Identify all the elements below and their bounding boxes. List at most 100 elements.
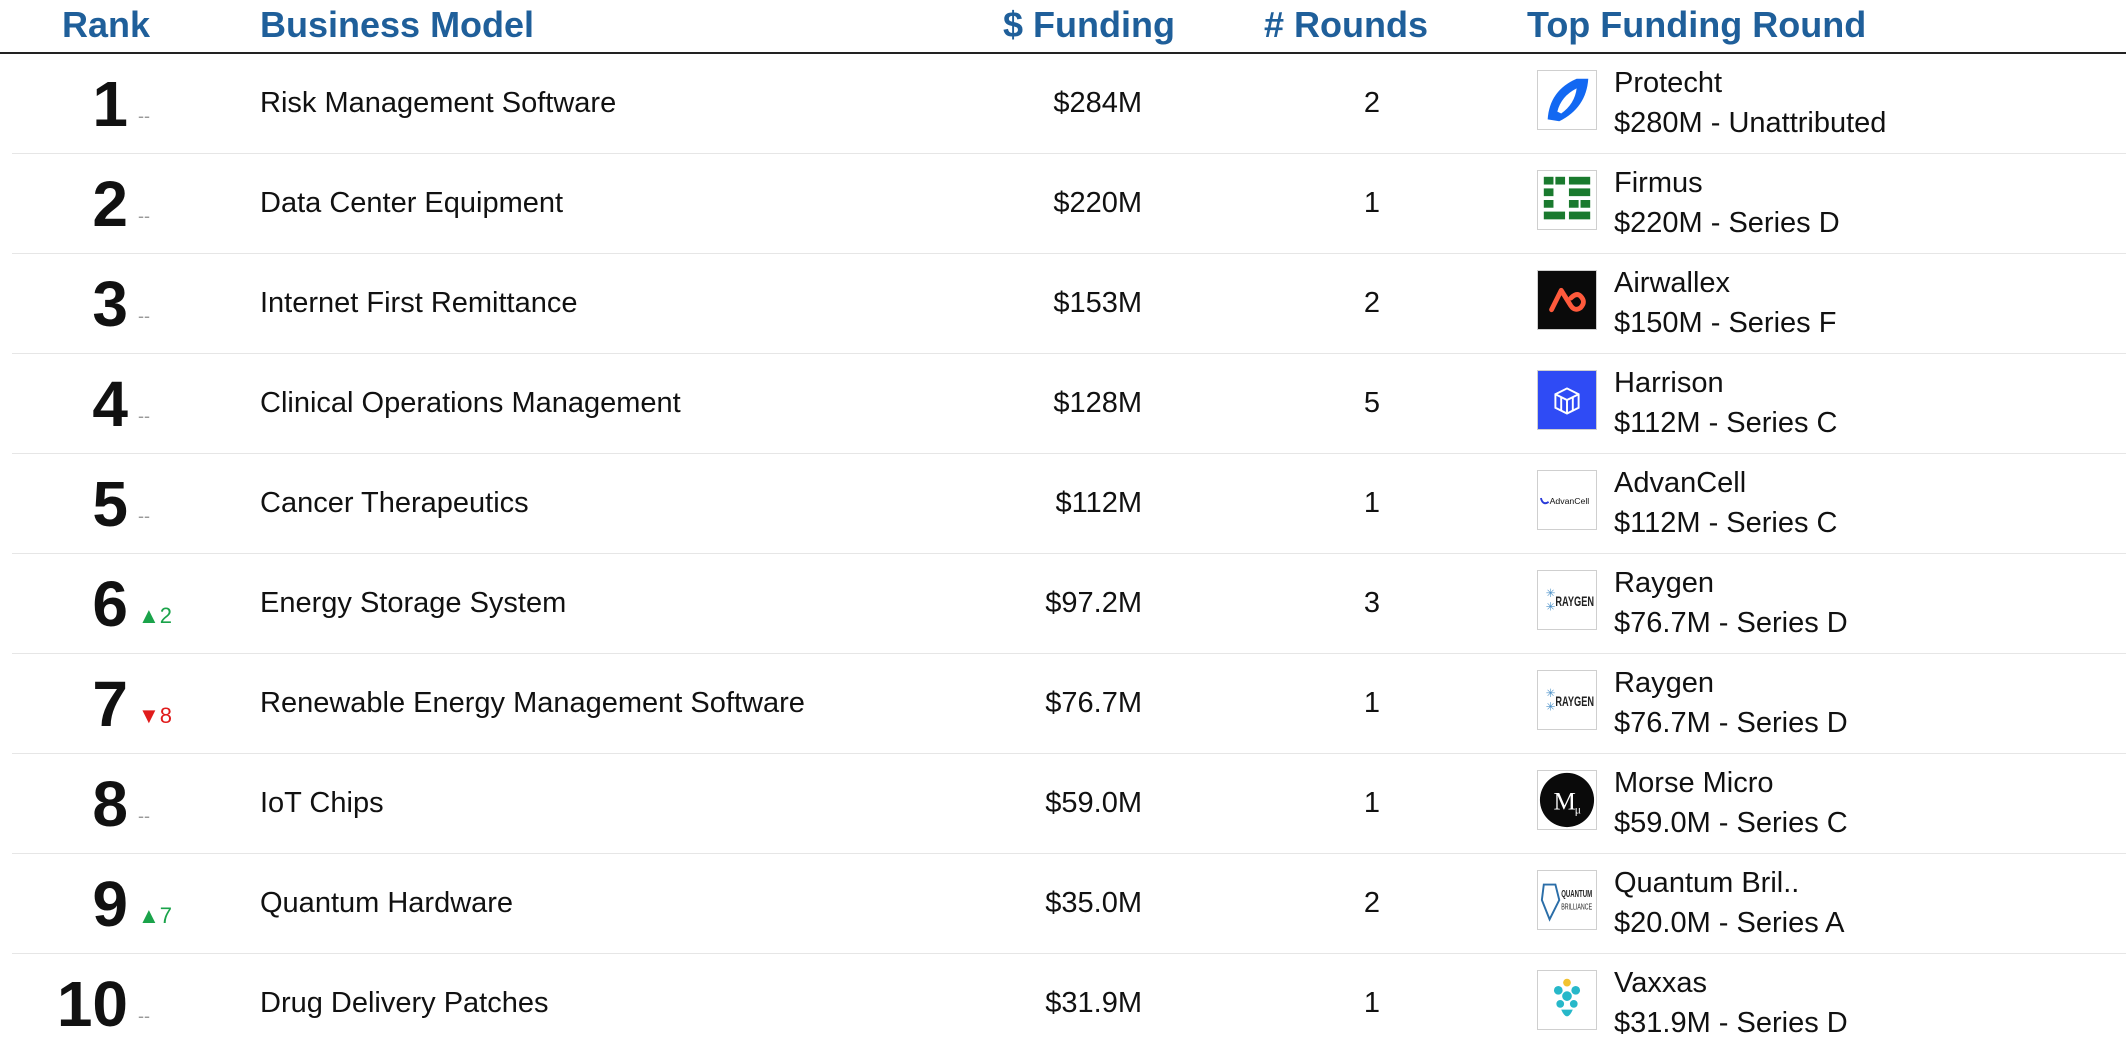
table-row[interactable]: 1 -- Risk Management Software $284M 2 Pr…: [12, 54, 2126, 154]
rank-change: ▲7: [138, 903, 173, 928]
business-model: Cancer Therapeutics: [260, 487, 529, 519]
raygen-logo-icon[interactable]: ✳ ✳ RAYGEN: [1537, 670, 1597, 730]
company-name[interactable]: Airwallex: [1614, 266, 1730, 300]
quantum-brilliance-logo-icon[interactable]: QUANTUM BRILLIANCE: [1537, 870, 1597, 930]
rank-change: --: [138, 1006, 150, 1026]
company-name[interactable]: Raygen: [1614, 566, 1714, 600]
rank-number: 2: [92, 168, 128, 240]
rank-number: 9: [92, 868, 128, 940]
rank-number: 6: [92, 568, 128, 640]
business-model: Renewable Energy Management Software: [260, 687, 805, 719]
protecht-logo-icon[interactable]: [1537, 70, 1597, 130]
top-round: $20.0M - Series A: [1614, 907, 1845, 939]
business-model: Internet First Remittance: [260, 287, 578, 319]
rank-number: 4: [92, 368, 128, 440]
rank-number: 1: [92, 68, 128, 140]
table-row[interactable]: 2 -- Data Center Equipment $220M 1 Firmu…: [12, 154, 2126, 254]
table-row[interactable]: 6 ▲2 Energy Storage System $97.2M 3 ✳ ✳ …: [12, 554, 2126, 654]
table-row[interactable]: 3 -- Internet First Remittance $153M 2 A…: [12, 254, 2126, 354]
company-name[interactable]: AdvanCell: [1614, 466, 1746, 500]
rounds-count: 2: [1363, 887, 1381, 919]
company-name[interactable]: Harrison: [1614, 366, 1724, 400]
rank-change: ▼8: [138, 703, 173, 728]
airwallex-logo-icon[interactable]: [1537, 270, 1597, 330]
header-top-funding-round[interactable]: Top Funding Round: [1527, 4, 1866, 46]
header-rank[interactable]: Rank: [62, 4, 150, 46]
business-model: Drug Delivery Patches: [260, 987, 549, 1019]
rounds-count: 1: [1363, 987, 1381, 1019]
top-round: $220M - Series D: [1614, 207, 1840, 239]
rounds-count: 1: [1363, 187, 1381, 219]
vaxxas-logo-icon[interactable]: [1537, 970, 1597, 1030]
rank-change: --: [138, 806, 150, 826]
rank-change: --: [138, 406, 150, 426]
rank-number: 3: [92, 268, 128, 340]
rank-change: --: [138, 106, 150, 126]
svg-text:AdvanCell: AdvanCell: [1550, 496, 1590, 506]
svg-text:QUANTUM: QUANTUM: [1561, 889, 1592, 900]
rounds-count: 2: [1363, 287, 1381, 319]
top-round: $112M - Series C: [1614, 407, 1838, 439]
funding-amount: $128M: [1053, 387, 1142, 419]
business-model: Energy Storage System: [260, 587, 567, 619]
svg-text:M: M: [1553, 789, 1575, 816]
top-round: $59.0M - Series C: [1614, 807, 1848, 839]
header-business-model[interactable]: Business Model: [260, 4, 534, 46]
funding-amount: $31.9M: [1045, 987, 1142, 1019]
rank-number: 5: [92, 468, 128, 540]
company-name[interactable]: Raygen: [1614, 666, 1714, 700]
morse-micro-logo-icon[interactable]: M μ: [1537, 770, 1597, 830]
rounds-count: 3: [1363, 587, 1381, 619]
top-round: $112M - Series C: [1614, 507, 1838, 539]
table-row[interactable]: 10 -- Drug Delivery Patches $31.9M 1 Vax…: [12, 954, 2126, 1053]
company-name[interactable]: Quantum Bril..: [1614, 866, 1799, 900]
svg-text:✳: ✳: [1546, 687, 1556, 700]
rank-number: 10: [56, 968, 128, 1040]
business-model: Data Center Equipment: [260, 187, 564, 219]
table-row[interactable]: 7 ▼8 Renewable Energy Management Softwar…: [12, 654, 2126, 754]
harrison-logo-icon[interactable]: [1537, 370, 1597, 430]
company-name[interactable]: Firmus: [1614, 166, 1703, 200]
top-round: $76.7M - Series D: [1614, 707, 1848, 739]
top-round: $280M - Unattributed: [1614, 107, 1887, 139]
company-name[interactable]: Protecht: [1614, 66, 1722, 100]
funding-amount: $112M: [1055, 487, 1142, 519]
funding-amount: $76.7M: [1045, 687, 1142, 719]
svg-text:✳: ✳: [1546, 601, 1556, 614]
svg-text:✳: ✳: [1546, 701, 1556, 714]
svg-text:μ: μ: [1575, 804, 1581, 817]
business-model: Quantum Hardware: [260, 887, 514, 919]
rank-change: --: [138, 206, 150, 226]
table-row[interactable]: 4 -- Clinical Operations Management $128…: [12, 354, 2126, 454]
company-name[interactable]: Morse Micro: [1614, 766, 1774, 800]
top-round: $76.7M - Series D: [1614, 607, 1848, 639]
business-model: Clinical Operations Management: [260, 387, 681, 419]
company-name[interactable]: Vaxxas: [1614, 966, 1707, 1000]
rounds-count: 1: [1363, 487, 1381, 519]
funding-amount: $153M: [1053, 287, 1142, 319]
table-row[interactable]: 8 -- IoT Chips $59.0M 1 M μ Morse Micro …: [12, 754, 2126, 854]
svg-text:RAYGEN: RAYGEN: [1555, 694, 1594, 709]
rank-number: 7: [92, 668, 128, 740]
top-round: $31.9M - Series D: [1614, 1007, 1848, 1039]
raygen-logo-icon[interactable]: ✳ ✳ RAYGEN: [1537, 570, 1597, 630]
table-row[interactable]: 5 -- Cancer Therapeutics $112M 1 AdvanCe…: [12, 454, 2126, 554]
svg-text:RAYGEN: RAYGEN: [1555, 594, 1594, 609]
business-model: IoT Chips: [260, 787, 384, 819]
header-rounds[interactable]: # Rounds: [1264, 4, 1428, 46]
table-header: Rank Business Model $ Funding # Rounds T…: [0, 0, 2126, 54]
funding-amount: $35.0M: [1045, 887, 1142, 919]
firmus-logo-icon[interactable]: [1537, 170, 1597, 230]
table-row[interactable]: 9 ▲7 Quantum Hardware $35.0M 2 QUANTUM B…: [12, 854, 2126, 954]
header-funding[interactable]: $ Funding: [1003, 4, 1175, 46]
funding-amount: $59.0M: [1045, 787, 1142, 819]
svg-text:✳: ✳: [1546, 587, 1556, 600]
rank-change: ▲2: [138, 603, 173, 628]
rounds-count: 5: [1363, 387, 1381, 419]
top-round: $150M - Series F: [1614, 307, 1837, 339]
advancell-logo-icon[interactable]: AdvanCell: [1537, 470, 1597, 530]
table-body: 1 -- Risk Management Software $284M 2 Pr…: [12, 54, 2126, 1053]
rounds-count: 1: [1363, 687, 1381, 719]
funding-amount: $97.2M: [1045, 587, 1142, 619]
rounds-count: 2: [1363, 87, 1381, 119]
